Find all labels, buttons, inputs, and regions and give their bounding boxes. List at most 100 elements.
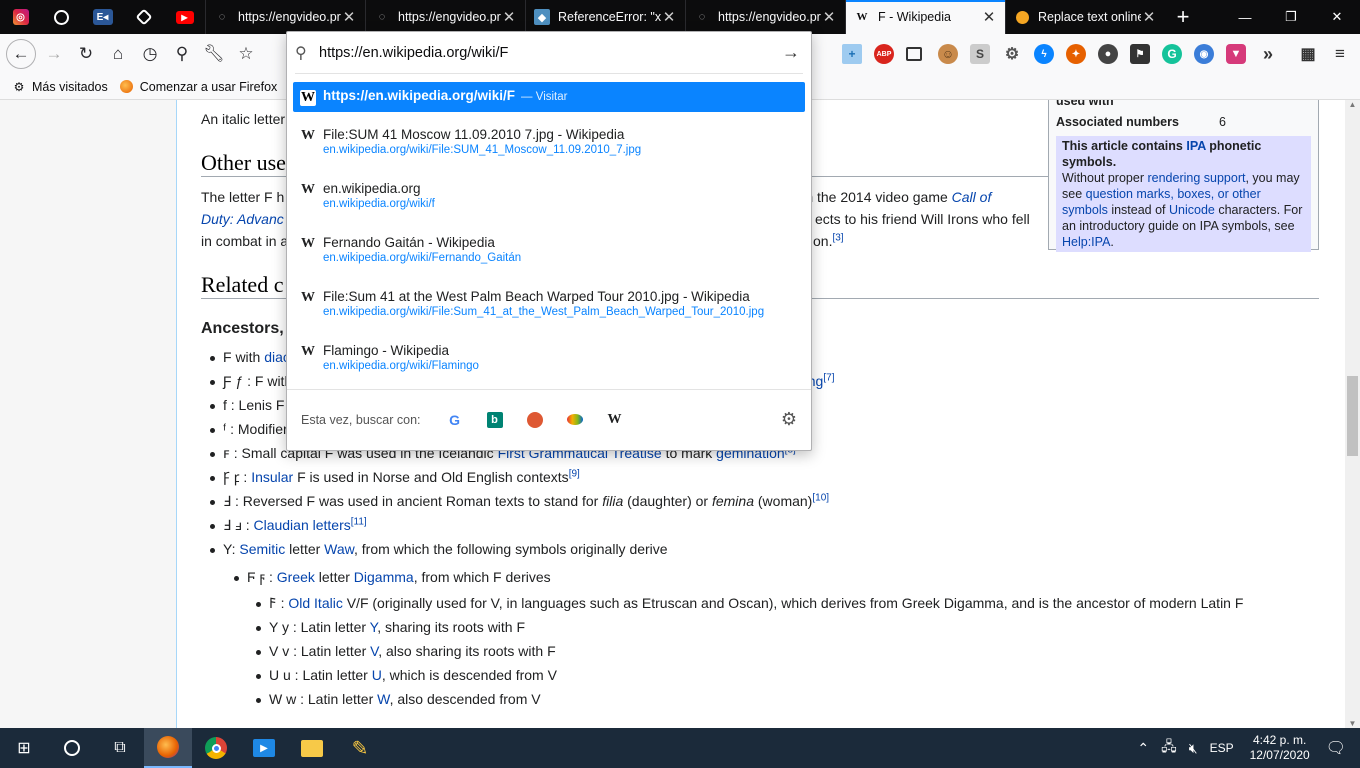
volume-muted-icon[interactable]: 🔇︎ [1189, 740, 1198, 757]
account-icon[interactable]: ● [1098, 44, 1118, 64]
bookmark-comenzar-firefox[interactable]: Comenzar a usar Firefox [120, 80, 277, 94]
search-button[interactable]: ⚲ [166, 38, 198, 70]
tab-referenceerror[interactable]: ◆ ReferenceError: "x ✕ [525, 0, 685, 34]
monkey-icon[interactable]: ☺ [938, 44, 958, 64]
overflow-chevron-icon[interactable]: » [1258, 44, 1278, 64]
tab-engvideo-3[interactable]: ◌ https://engvideo.pro/e ✕ [685, 0, 845, 34]
link-claudian-letters[interactable]: Claudian letters [253, 517, 350, 533]
reader-icon[interactable] [906, 47, 922, 61]
close-tab-icon[interactable]: ✕ [501, 8, 517, 26]
url-input[interactable] [319, 44, 779, 61]
link-greek[interactable]: Greek [277, 569, 315, 585]
page-scrollbar[interactable]: ▲ ▼ [1345, 100, 1360, 728]
close-tab-icon[interactable]: ✕ [981, 8, 997, 26]
link-semitic[interactable]: Semitic [239, 541, 285, 557]
minimize-button[interactable]: — [1222, 0, 1268, 34]
restore-button[interactable]: ❐ [1268, 0, 1314, 34]
wikipedia-icon[interactable]: W [595, 406, 635, 434]
taskbar-file-explorer[interactable] [288, 728, 336, 768]
menu-icon[interactable]: ≡ [1330, 44, 1350, 64]
url-result[interactable]: W File:Sum 41 at the West Palm Beach War… [293, 282, 805, 332]
close-tab-icon[interactable]: ✕ [1141, 8, 1157, 26]
pinned-tab-codepen[interactable] [123, 0, 164, 34]
link-old-italic[interactable]: Old Italic [288, 595, 342, 611]
taskbar-firefox[interactable] [144, 728, 192, 768]
link-waw[interactable]: Waw [324, 541, 354, 557]
new-tab-button[interactable]: + [1165, 0, 1201, 34]
start-button[interactable]: ⊞ [0, 728, 48, 768]
messenger-icon[interactable]: ϟ [1034, 44, 1054, 64]
globe-extension-icon[interactable]: ◉ [1194, 44, 1214, 64]
history-button[interactable]: ◷ [134, 38, 166, 70]
google-icon[interactable]: G [435, 406, 475, 434]
pinned-tab-youtube[interactable]: ▶ [164, 0, 205, 34]
url-result-visit[interactable]: W https://en.wikipedia.org/wiki/F — Visit… [293, 82, 805, 112]
cortana-button[interactable] [48, 728, 96, 768]
bing-icon[interactable]: b [475, 406, 515, 434]
tab-wikipedia-f[interactable]: W F - Wikipedia ✕ [845, 0, 1005, 34]
link-u[interactable]: U [372, 667, 382, 683]
url-result[interactable]: W Fernando Gaitán - Wikipedia en.wikiped… [293, 228, 805, 278]
eo-icon: E◂ [92, 9, 113, 25]
taskbar-app[interactable]: ✎ [336, 728, 384, 768]
close-tab-icon[interactable]: ✕ [661, 8, 677, 26]
pinned-tab-globe[interactable] [41, 0, 82, 34]
network-icon[interactable]: 🖧︎ [1161, 736, 1177, 760]
notifications-icon[interactable]: 🗨︎ [1326, 738, 1346, 758]
link-w[interactable]: W [377, 691, 389, 707]
reference-3[interactable]: [3] [832, 232, 843, 243]
url-result[interactable]: W en.wikipedia.org en.wikipedia.org/wiki… [293, 174, 805, 224]
taskbar-media-player[interactable]: ▶ [240, 728, 288, 768]
scrollbar-thumb[interactable] [1347, 376, 1358, 456]
search-settings-gear-icon[interactable]: ⚙ [781, 409, 797, 430]
s-extension-icon[interactable]: S [970, 44, 990, 64]
result-action: — Visitar [521, 91, 568, 103]
bookmark-label: Más visitados [32, 79, 108, 94]
dark-extension-icon[interactable]: ⚑ [1130, 44, 1150, 64]
clock[interactable]: 4:42 p. m. 12/07/2020 [1250, 733, 1310, 763]
link-insular[interactable]: Insular [251, 469, 293, 485]
adblock-plus-icon[interactable]: ABP [874, 44, 894, 64]
pocket-icon[interactable]: ▼ [1226, 44, 1246, 64]
chevron-up-icon[interactable]: ⌃ [1137, 740, 1149, 757]
language-indicator[interactable]: ESP [1210, 741, 1234, 755]
extensions-icon[interactable]: ▦ [1298, 44, 1318, 64]
tab-engvideo-1[interactable]: ◌ https://engvideo.pro/e ✕ [205, 0, 365, 34]
reload-button[interactable]: ↻ [70, 38, 102, 70]
home-button[interactable]: ⌂ [102, 38, 134, 70]
close-window-button[interactable]: ✕ [1314, 0, 1360, 34]
close-tab-icon[interactable]: ✕ [341, 8, 357, 26]
pinned-tab-instagram[interactable]: ◎ [0, 0, 41, 34]
ebay-icon[interactable] [555, 406, 595, 434]
close-tab-icon[interactable]: ✕ [821, 8, 837, 26]
url-result[interactable]: W File:SUM 41 Moscow 11.09.2010 7.jpg - … [293, 120, 805, 170]
scroll-down-icon[interactable]: ▼ [1345, 719, 1360, 728]
tools-button[interactable]: 🔧︎ [198, 38, 230, 70]
screenshot-plus-icon[interactable]: + [842, 44, 862, 64]
go-arrow-icon[interactable]: → [779, 42, 803, 63]
cog-extension-icon[interactable]: ⚙ [1002, 44, 1022, 64]
link-digamma[interactable]: Digamma [354, 569, 414, 585]
other-uses-line-1: The letter F h [201, 189, 285, 205]
url-result[interactable]: W Flamingo - Wikipedia en.wikipedia.org/… [293, 336, 805, 386]
fox-extension-icon[interactable]: ✦ [1066, 44, 1086, 64]
tab-replace-text[interactable]: Replace text online ✕ [1005, 0, 1165, 34]
scroll-up-icon[interactable]: ▲ [1345, 100, 1360, 109]
link-help-ipa[interactable]: Help:IPA [1062, 235, 1110, 249]
duckduckgo-icon[interactable] [515, 406, 555, 434]
taskbar-chrome[interactable] [192, 728, 240, 768]
link-ipa[interactable]: IPA [1186, 139, 1205, 153]
other-uses-line-2b: ects to his friend Will Irons who fell [815, 211, 1030, 227]
bookmark-mas-visitados[interactable]: ⚙ Más visitados [12, 80, 108, 94]
link-call-of-duty[interactable]: Call of [952, 189, 992, 205]
pinned-tab-eo[interactable]: E◂ [82, 0, 123, 34]
tab-engvideo-2[interactable]: ◌ https://engvideo.pro/e ✕ [365, 0, 525, 34]
task-view-button[interactable]: ⧉ [96, 728, 144, 768]
link-rendering-support[interactable]: rendering support [1147, 171, 1245, 185]
link-duty-advanced[interactable]: Duty: Advanc [201, 211, 284, 227]
back-button[interactable]: ← [6, 39, 36, 69]
grammarly-icon[interactable]: G [1162, 44, 1182, 64]
bookmark-star-button[interactable]: ☆ [230, 38, 262, 70]
forward-button[interactable]: → [38, 38, 70, 70]
link-unicode[interactable]: Unicode [1169, 203, 1215, 217]
